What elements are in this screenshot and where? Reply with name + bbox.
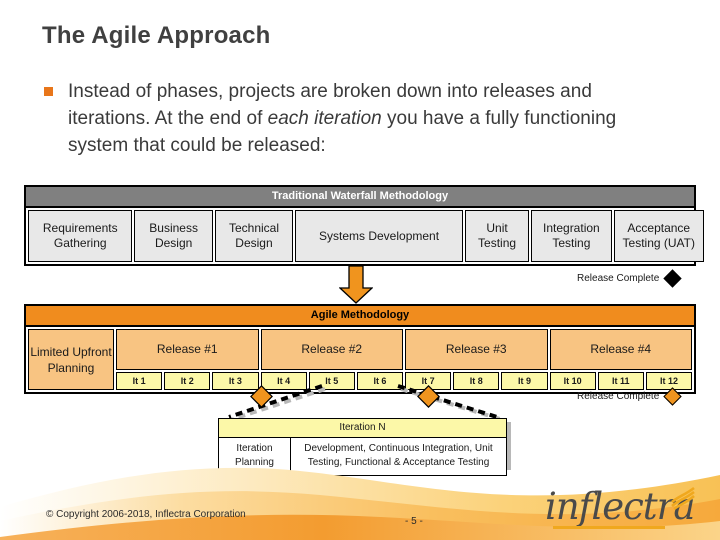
milestone-diamond-left bbox=[250, 385, 273, 408]
inflectra-logo: inflectra bbox=[545, 485, 705, 535]
iteration-detail-title: Iteration N bbox=[219, 419, 506, 438]
milestone-diamond-right bbox=[417, 385, 440, 408]
footer-copyright: © Copyright 2006-2018, Inflectra Corpora… bbox=[46, 509, 246, 520]
logo-underline bbox=[553, 526, 665, 529]
logo-swish-icon bbox=[671, 486, 695, 510]
footer-page-number: - 5 - bbox=[405, 516, 423, 527]
